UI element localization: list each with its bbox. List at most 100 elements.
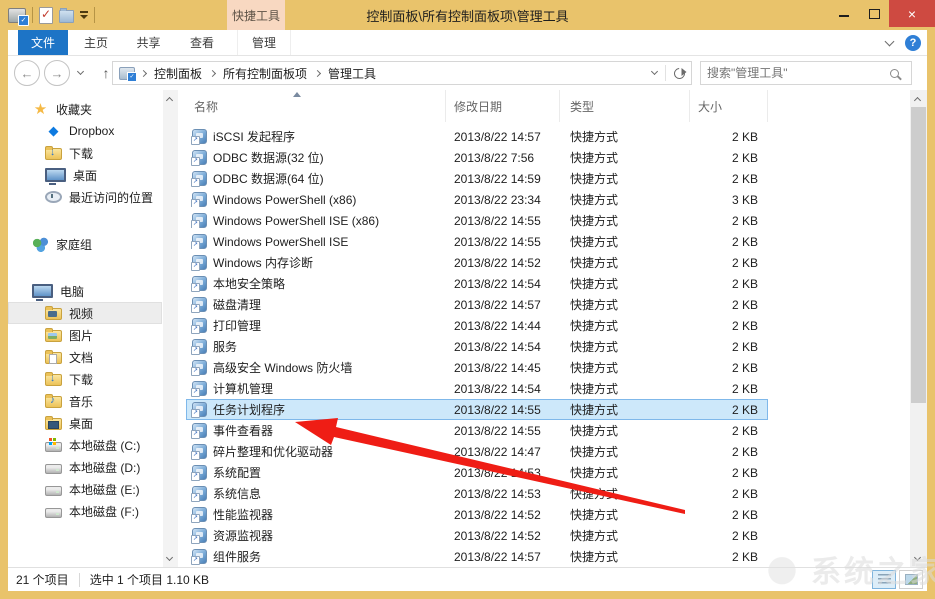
view-buttons — [872, 570, 923, 589]
sidebar-item-label: 本地磁盘 (D:) — [69, 459, 140, 476]
properties-icon[interactable] — [39, 7, 53, 24]
sidebar-item-label: Dropbox — [69, 124, 114, 138]
sidebar-item[interactable]: 本地磁盘 (F:) — [8, 500, 162, 522]
column-header-name[interactable]: 名称 — [186, 90, 446, 122]
column-header-type[interactable]: 类型 — [560, 90, 690, 122]
file-size: 2 KB — [690, 214, 768, 228]
sidebar-item-label: 下载 — [69, 145, 93, 162]
search-icon[interactable] — [890, 69, 899, 78]
tab-manage[interactable]: 管理 — [237, 30, 291, 55]
table-row[interactable]: Windows PowerShell ISE 2013/8/22 14:55 快… — [186, 231, 768, 252]
file-date-modified: 2013/8/22 14:44 — [446, 319, 560, 333]
breadcrumb-item[interactable]: 管理工具 — [311, 62, 380, 84]
caret-bar — [80, 11, 88, 13]
sidebar-item-label: 电脑 — [60, 283, 84, 300]
forward-button[interactable]: → — [44, 60, 70, 86]
qat-customize-button[interactable] — [80, 11, 88, 19]
table-row[interactable]: 系统配置 2013/8/22 14:53 快捷方式 2 KB — [186, 462, 768, 483]
breadcrumb-item[interactable]: 所有控制面板项 — [206, 62, 311, 84]
table-row[interactable]: 性能监视器 2013/8/22 14:52 快捷方式 2 KB — [186, 504, 768, 525]
column-header-size[interactable]: 大小 — [690, 90, 768, 122]
sidebar-item[interactable]: 家庭组 — [8, 233, 162, 255]
table-row[interactable]: 系统信息 2013/8/22 14:53 快捷方式 2 KB — [186, 483, 768, 504]
status-bar: 21 个项目 选中 1 个项目 1.10 KB — [8, 567, 927, 591]
sidebar-item[interactable]: 下载 — [8, 368, 162, 390]
table-row[interactable]: 计算机管理 2013/8/22 14:54 快捷方式 2 KB — [186, 378, 768, 399]
scrollbar-thumb[interactable] — [911, 107, 926, 403]
new-folder-icon[interactable] — [59, 10, 74, 23]
table-row[interactable]: 组件服务 2013/8/22 14:57 快捷方式 2 KB — [186, 546, 768, 567]
table-row[interactable]: 资源监视器 2013/8/22 14:52 快捷方式 2 KB — [186, 525, 768, 546]
sidebar-item[interactable]: 桌面 — [8, 412, 162, 434]
icons-view-button[interactable] — [899, 570, 923, 589]
sort-ascending-icon — [293, 92, 301, 97]
table-row[interactable]: 高级安全 Windows 防火墙 2013/8/22 14:45 快捷方式 2 … — [186, 357, 768, 378]
file-size: 2 KB — [690, 298, 768, 312]
chevron-right-icon — [314, 69, 321, 76]
tab-home[interactable]: 主页 — [72, 30, 120, 55]
ribbon-collapse-icon[interactable] — [885, 36, 895, 46]
scroll-down-icon[interactable] — [166, 554, 173, 561]
sidebar-item[interactable]: 桌面 — [8, 164, 162, 186]
file-name: Windows PowerShell ISE — [213, 235, 348, 249]
file-type: 快捷方式 — [560, 317, 690, 334]
table-row[interactable]: ODBC 数据源(32 位) 2013/8/22 7:56 快捷方式 2 KB — [186, 147, 768, 168]
search-input[interactable] — [701, 66, 890, 80]
sidebar-item[interactable]: 本地磁盘 (D:) — [8, 456, 162, 478]
history-dropdown-icon[interactable] — [77, 68, 84, 75]
file-type: 快捷方式 — [560, 401, 690, 418]
sidebar-item[interactable]: 电脑 — [8, 280, 162, 302]
sidebar-item[interactable]: 下载 — [8, 142, 162, 164]
back-button[interactable]: ← — [14, 60, 40, 86]
table-row[interactable]: 碎片整理和优化驱动器 2013/8/22 14:47 快捷方式 2 KB — [186, 441, 768, 462]
table-row[interactable]: 事件查看器 2013/8/22 14:55 快捷方式 2 KB — [186, 420, 768, 441]
list-scrollbar[interactable] — [910, 90, 927, 567]
sidebar-item[interactable]: 本地磁盘 (C:) — [8, 434, 162, 456]
app-icon[interactable] — [8, 8, 26, 23]
sidebar-item[interactable]: 最近访问的位置 — [8, 186, 162, 208]
file-size: 2 KB — [690, 529, 768, 543]
table-row[interactable]: Windows 内存诊断 2013/8/22 14:52 快捷方式 2 KB — [186, 252, 768, 273]
address-bar-row: ← → ↑ 控制面板 所有控制面板项 管理工具 — [8, 56, 927, 90]
sidebar-scrollbar[interactable] — [163, 90, 178, 567]
sidebar-item[interactable]: 文档 — [8, 346, 162, 368]
table-row[interactable]: Windows PowerShell (x86) 2013/8/22 23:34… — [186, 189, 768, 210]
breadcrumb-item[interactable]: 控制面板 — [137, 62, 206, 84]
sidebar-item[interactable]: 音乐 — [8, 390, 162, 412]
tab-view[interactable]: 查看 — [178, 30, 226, 55]
tab-file[interactable]: 文件 — [18, 30, 68, 55]
sidebar-item[interactable]: Dropbox — [8, 120, 162, 142]
table-row[interactable]: iSCSI 发起程序 2013/8/22 14:57 快捷方式 2 KB — [186, 126, 768, 147]
file-type: 快捷方式 — [560, 527, 690, 544]
sidebar-item[interactable]: 图片 — [8, 324, 162, 346]
address-dropdown-icon[interactable] — [651, 68, 658, 75]
help-icon[interactable]: ? — [905, 35, 921, 51]
address-bar[interactable]: 控制面板 所有控制面板项 管理工具 — [112, 61, 692, 85]
refresh-icon[interactable] — [672, 65, 687, 80]
table-row[interactable]: Windows PowerShell ISE (x86) 2013/8/22 1… — [186, 210, 768, 231]
file-date-modified: 2013/8/22 14:54 — [446, 382, 560, 396]
file-type: 快捷方式 — [560, 464, 690, 481]
sidebar-item[interactable]: 本地磁盘 (E:) — [8, 478, 162, 500]
maximize-button[interactable] — [859, 0, 889, 26]
table-row[interactable]: 打印管理 2013/8/22 14:44 快捷方式 2 KB — [186, 315, 768, 336]
table-row[interactable]: 本地安全策略 2013/8/22 14:54 快捷方式 2 KB — [186, 273, 768, 294]
sidebar-item[interactable]: 收藏夹 — [8, 98, 162, 120]
file-name: 系统配置 — [213, 464, 261, 481]
scroll-up-icon[interactable] — [914, 97, 921, 104]
scroll-down-icon[interactable] — [914, 554, 921, 561]
table-row[interactable]: 服务 2013/8/22 14:54 快捷方式 2 KB — [186, 336, 768, 357]
table-row[interactable]: 任务计划程序 2013/8/22 14:55 快捷方式 2 KB — [186, 399, 768, 420]
sidebar-item-label: 收藏夹 — [56, 101, 92, 118]
scroll-up-icon[interactable] — [166, 97, 173, 104]
file-name: 组件服务 — [213, 548, 261, 565]
table-row[interactable]: ODBC 数据源(64 位) 2013/8/22 14:59 快捷方式 2 KB — [186, 168, 768, 189]
tab-share[interactable]: 共享 — [124, 30, 173, 55]
sidebar-item[interactable]: 视频 — [8, 302, 162, 324]
column-header-date[interactable]: 修改日期 — [446, 90, 560, 122]
close-button[interactable]: × — [889, 0, 935, 27]
table-row[interactable]: 磁盘清理 2013/8/22 14:57 快捷方式 2 KB — [186, 294, 768, 315]
minimize-button[interactable] — [829, 0, 859, 26]
breadcrumb-label: 管理工具 — [328, 65, 376, 82]
details-view-button[interactable] — [872, 570, 896, 589]
